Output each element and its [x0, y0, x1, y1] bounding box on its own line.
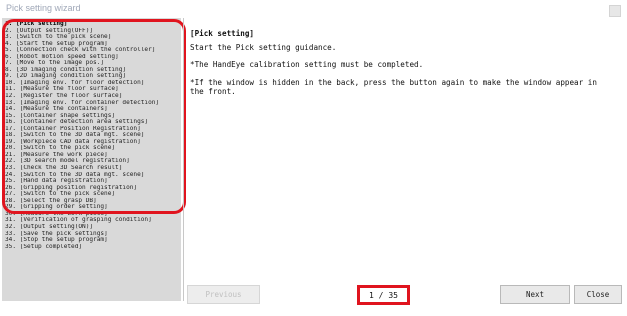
page-indicator: 1 / 35: [357, 285, 410, 305]
previous-button[interactable]: Previous: [187, 285, 260, 304]
next-button[interactable]: Next: [500, 285, 570, 304]
step-item[interactable]: 35. [Setup completed]: [5, 244, 180, 251]
guidance-content: [Pick setting] Start the Pick setting gu…: [190, 29, 610, 104]
title-bar: Pick setting wizard: [0, 0, 627, 18]
panel-divider: [183, 18, 184, 301]
step-highlight-annotation: [2, 19, 186, 214]
close-button[interactable]: Close: [574, 285, 622, 304]
content-line-window-hint: *If the window is hidden in the back, pr…: [190, 77, 597, 96]
content-heading: [Pick setting]: [190, 29, 255, 38]
content-line-start: Start the Pick setting guidance.: [190, 43, 337, 53]
window-title: Pick setting wizard: [6, 3, 81, 13]
window-close-button[interactable]: [609, 5, 621, 17]
content-line-calibration: *The HandEye calibration setting must be…: [190, 60, 424, 70]
